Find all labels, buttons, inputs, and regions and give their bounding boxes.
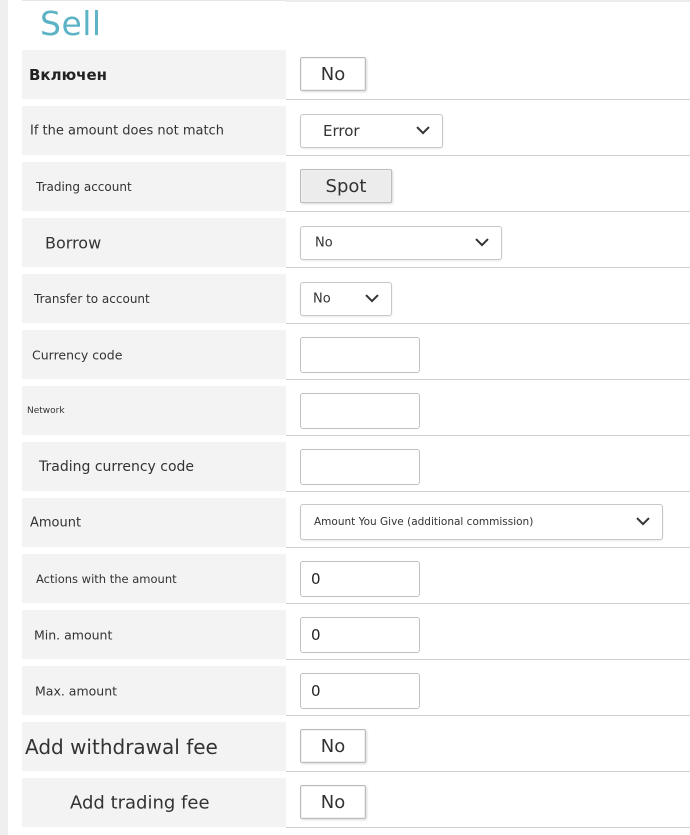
actions-with-amount-input[interactable]: 0 xyxy=(300,561,420,597)
select-value: No xyxy=(315,235,333,251)
row-divider xyxy=(286,211,690,212)
value-cell xyxy=(286,442,690,491)
label-cell: Amount xyxy=(22,498,286,547)
select-value: Amount You Give (additional commission) xyxy=(314,516,534,528)
currency-code-input[interactable] xyxy=(300,337,420,373)
input-value: 0 xyxy=(311,626,321,644)
input-value: 0 xyxy=(311,570,321,588)
page-title: Sell xyxy=(40,4,102,43)
top-divider xyxy=(286,0,690,2)
label-cell: Включен xyxy=(22,50,286,99)
value-cell xyxy=(286,330,690,379)
label-cell: Add trading fee xyxy=(22,778,286,827)
field-label-amount-mismatch: If the amount does not match xyxy=(30,119,232,142)
form-row-min-amount: Min. amount 0 xyxy=(22,610,690,660)
field-label-actions-with-amount: Actions with the amount xyxy=(36,567,185,590)
row-divider xyxy=(286,323,690,324)
row-divider xyxy=(286,547,690,548)
borrow-select[interactable]: No xyxy=(300,226,502,260)
value-cell: Error xyxy=(286,106,690,155)
form-row-amount: Amount Amount You Give (additional commi… xyxy=(22,498,690,548)
label-cell: Currency code xyxy=(22,330,286,379)
label-cell: Transfer to account xyxy=(22,274,286,323)
min-amount-input[interactable]: 0 xyxy=(300,617,420,653)
label-cell: Max. amount xyxy=(22,666,286,715)
row-divider xyxy=(286,435,690,436)
row-divider xyxy=(286,379,690,380)
field-label-enabled: Включен xyxy=(29,61,116,88)
row-divider xyxy=(286,827,690,828)
field-label-network: Network xyxy=(27,401,73,420)
form-row-network: Network xyxy=(22,386,690,436)
label-cell: Network xyxy=(22,386,286,435)
add-withdrawal-fee-toggle[interactable]: No xyxy=(300,729,366,763)
value-cell: No xyxy=(286,274,690,323)
add-trading-fee-toggle[interactable]: No xyxy=(300,785,366,819)
field-label-amount: Amount xyxy=(30,511,90,534)
form-row-amount-mismatch: If the amount does not match Error xyxy=(22,106,690,156)
form-row-transfer-to-account: Transfer to account No xyxy=(22,274,690,324)
form-row-trading-currency-code: Trading currency code xyxy=(22,442,690,492)
chevron-down-icon xyxy=(475,238,489,247)
chevron-down-icon xyxy=(365,294,379,303)
field-label-add-trading-fee: Add trading fee xyxy=(70,788,218,817)
value-cell: No xyxy=(286,218,690,267)
row-divider xyxy=(286,603,690,604)
left-edge xyxy=(0,0,8,835)
field-label-currency-code: Currency code xyxy=(32,343,131,366)
row-divider xyxy=(286,491,690,492)
form-row-add-withdrawal-fee: Add withdrawal fee No xyxy=(22,722,690,772)
label-cell: Trading account xyxy=(22,162,286,211)
field-label-max-amount: Max. amount xyxy=(35,679,126,702)
label-cell: Min. amount xyxy=(22,610,286,659)
network-input[interactable] xyxy=(300,393,420,429)
field-label-min-amount: Min. amount xyxy=(34,623,121,646)
field-label-borrow: Borrow xyxy=(45,229,110,256)
input-value: 0 xyxy=(311,682,321,700)
trading-account-toggle[interactable]: Spot xyxy=(300,169,392,203)
form-row-actions-with-amount: Actions with the amount 0 xyxy=(22,554,690,604)
transfer-to-account-select[interactable]: No xyxy=(300,282,392,316)
row-divider xyxy=(286,715,690,716)
value-cell: No xyxy=(286,722,690,771)
form-row-max-amount: Max. amount 0 xyxy=(22,666,690,716)
form-row-enabled: Включен No xyxy=(22,50,690,100)
label-cell: Actions with the amount xyxy=(22,554,286,603)
value-cell: No xyxy=(286,778,690,827)
form-row-trading-account: Trading account Spot xyxy=(22,162,690,212)
amount-select[interactable]: Amount You Give (additional commission) xyxy=(300,504,663,540)
value-cell xyxy=(286,386,690,435)
value-cell: 0 xyxy=(286,554,690,603)
value-cell: 0 xyxy=(286,666,690,715)
value-cell: 0 xyxy=(286,610,690,659)
value-cell: No xyxy=(286,50,690,99)
value-cell: Amount You Give (additional commission) xyxy=(286,498,690,547)
field-label-trading-currency-code: Trading currency code xyxy=(39,454,203,479)
field-label-add-withdrawal-fee: Add withdrawal fee xyxy=(25,730,226,763)
form-row-borrow: Borrow No xyxy=(22,218,690,268)
label-cell: Borrow xyxy=(22,218,286,267)
select-value: No xyxy=(313,291,331,307)
form-row-currency-code: Currency code xyxy=(22,330,690,380)
label-cell: If the amount does not match xyxy=(22,106,286,155)
trading-currency-code-input[interactable] xyxy=(300,449,420,485)
label-cell: Trading currency code xyxy=(22,442,286,491)
label-cell: Add withdrawal fee xyxy=(22,722,286,771)
enabled-toggle[interactable]: No xyxy=(300,57,366,91)
select-value: Error xyxy=(323,122,360,140)
row-divider xyxy=(286,155,690,156)
max-amount-input[interactable]: 0 xyxy=(300,673,420,709)
chevron-down-icon xyxy=(416,126,430,135)
chevron-down-icon xyxy=(636,517,650,526)
row-divider xyxy=(286,771,690,772)
amount-mismatch-select[interactable]: Error xyxy=(300,114,443,148)
row-divider xyxy=(286,659,690,660)
field-label-transfer-to-account: Transfer to account xyxy=(34,287,158,310)
form-row-add-trading-fee: Add trading fee No xyxy=(22,778,690,828)
field-label-trading-account: Trading account xyxy=(36,175,140,198)
row-divider xyxy=(286,99,690,100)
row-divider xyxy=(286,267,690,268)
value-cell: Spot xyxy=(286,162,690,211)
